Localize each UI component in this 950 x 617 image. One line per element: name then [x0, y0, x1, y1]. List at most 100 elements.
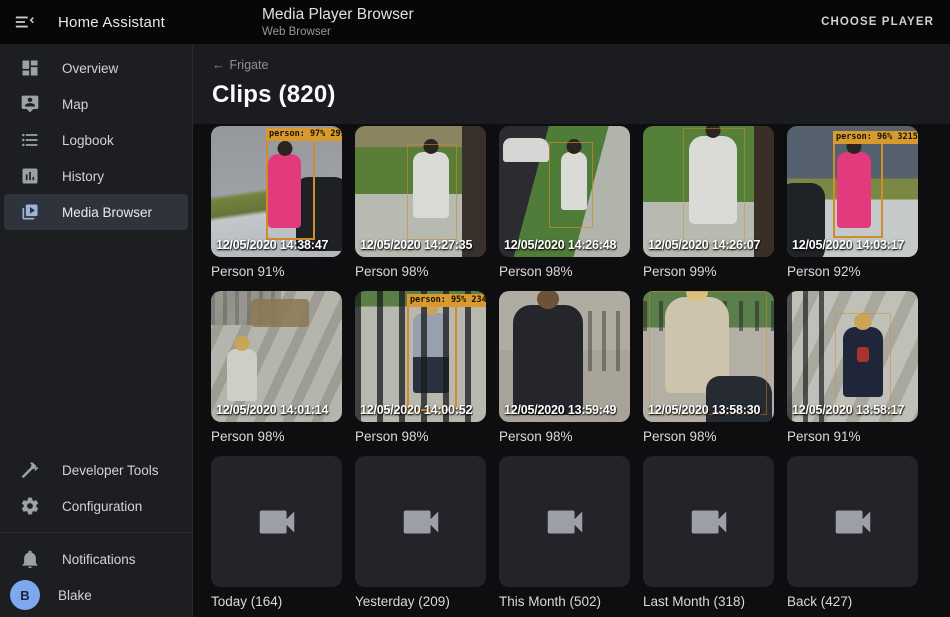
- sidebar-item-media-browser[interactable]: Media Browser: [4, 194, 188, 230]
- sidebar-divider: [0, 532, 192, 533]
- user-name: Blake: [58, 588, 92, 603]
- breadcrumb-label[interactable]: Frigate: [230, 58, 269, 72]
- sidebar-item-label: Media Browser: [62, 205, 152, 220]
- clip-thumbnail[interactable]: 12/05/2020 14:27:35: [355, 126, 486, 257]
- app-shell: Overview Map Logbook History: [0, 44, 950, 617]
- sidebar-item-map[interactable]: Map: [4, 86, 188, 122]
- folder-thumbnail[interactable]: [499, 456, 630, 587]
- view-dashboard-icon: [20, 58, 40, 78]
- clip-item[interactable]: 12/05/2020 13:58:30 Person 98%: [643, 291, 774, 444]
- clip-label: Person 98%: [355, 264, 486, 279]
- sidebar-item-label: Map: [62, 97, 88, 112]
- sidebar-item-configuration[interactable]: Configuration: [4, 488, 188, 524]
- clip-label: Person 92%: [787, 264, 918, 279]
- detection-bbox: [549, 142, 593, 228]
- media-grid: person: 97% 2998812/05/2020 14:38:47 Pers…: [193, 124, 950, 609]
- clip-label: Person 91%: [211, 264, 342, 279]
- clip-thumbnail[interactable]: 12/05/2020 13:58:17: [787, 291, 918, 422]
- video-camera-icon: [542, 499, 588, 545]
- sidebar-item-label: Configuration: [62, 499, 142, 514]
- clip-timestamp: 12/05/2020 14:26:48: [504, 238, 616, 252]
- scene-object: [251, 299, 309, 327]
- clip-thumbnail[interactable]: 12/05/2020 14:01:14: [211, 291, 342, 422]
- detection-bbox: person: 95% 23432: [407, 305, 457, 411]
- clip-timestamp: 12/05/2020 13:58:17: [792, 403, 904, 417]
- folder-thumbnail[interactable]: [787, 456, 918, 587]
- clip-thumbnail[interactable]: 12/05/2020 13:58:30: [643, 291, 774, 422]
- clip-item[interactable]: person: 95% 2343212/05/2020 14:00:52Pers…: [355, 291, 486, 444]
- clip-item[interactable]: 12/05/2020 14:26:48 Person 98%: [499, 126, 630, 279]
- detection-label: person: 96% 32154: [833, 131, 918, 144]
- back-arrow-icon[interactable]: ←: [212, 58, 225, 72]
- folder-label: Today (164): [211, 594, 342, 609]
- app-title: Home Assistant: [58, 14, 165, 31]
- folder-label: Yesterday (209): [355, 594, 486, 609]
- clip-thumbnail[interactable]: 12/05/2020 14:26:48: [499, 126, 630, 257]
- clip-thumbnail[interactable]: person: 97% 2998812/05/2020 14:38:47: [211, 126, 342, 257]
- choose-player-button[interactable]: CHOOSE PLAYER: [821, 16, 934, 28]
- detection-bbox: [683, 128, 745, 246]
- clip-timestamp: 12/05/2020 14:26:07: [648, 238, 760, 252]
- clip-timestamp: 12/05/2020 13:59:49: [504, 403, 616, 417]
- sidebar-item-logbook[interactable]: Logbook: [4, 122, 188, 158]
- folder-item[interactable]: Back (427): [787, 456, 918, 609]
- clip-label: Person 98%: [499, 264, 630, 279]
- clip-timestamp: 12/05/2020 13:58:30: [648, 403, 760, 417]
- clip-item[interactable]: 12/05/2020 13:59:49Person 98%: [499, 291, 630, 444]
- folder-item[interactable]: Last Month (318): [643, 456, 774, 609]
- video-camera-icon: [830, 499, 876, 545]
- clip-label: Person 98%: [643, 429, 774, 444]
- clip-thumbnail[interactable]: person: 95% 2343212/05/2020 14:00:52: [355, 291, 486, 422]
- clip-label: Person 91%: [787, 429, 918, 444]
- folder-thumbnail[interactable]: [355, 456, 486, 587]
- clip-label: Person 98%: [355, 429, 486, 444]
- detection-bbox: person: 97% 29988: [266, 139, 315, 240]
- play-box-multiple-icon: [20, 202, 40, 222]
- clip-thumbnail[interactable]: person: 96% 3215412/05/2020 14:03:17: [787, 126, 918, 257]
- sidebar-toggle-icon[interactable]: [14, 11, 36, 33]
- video-camera-icon: [686, 499, 732, 545]
- sidebar-item-history[interactable]: History: [4, 158, 188, 194]
- tooltip-account-icon: [20, 94, 40, 114]
- clip-timestamp: 12/05/2020 14:03:17: [792, 238, 904, 252]
- clip-item[interactable]: person: 96% 3215412/05/2020 14:03:17Pers…: [787, 126, 918, 279]
- folder-thumbnail[interactable]: [211, 456, 342, 587]
- top-bar: Home Assistant Media Player Browser Web …: [0, 0, 950, 44]
- folder-thumbnail[interactable]: [643, 456, 774, 587]
- clip-item[interactable]: 12/05/2020 14:26:07 Person 99%: [643, 126, 774, 279]
- clip-item[interactable]: 12/05/2020 13:58:17 Person 91%: [787, 291, 918, 444]
- folder-item[interactable]: Yesterday (209): [355, 456, 486, 609]
- detection-bbox: [649, 291, 767, 415]
- sidebar: Overview Map Logbook History: [0, 44, 193, 617]
- clip-item[interactable]: 12/05/2020 14:27:35 Person 98%: [355, 126, 486, 279]
- sidebar-item-overview[interactable]: Overview: [4, 50, 188, 86]
- clip-label: Person 99%: [643, 264, 774, 279]
- sidebar-item-profile[interactable]: B Blake: [0, 577, 192, 617]
- folder-item[interactable]: This Month (502): [499, 456, 630, 609]
- sidebar-item-label: Developer Tools: [62, 463, 159, 478]
- sidebar-header: Home Assistant: [0, 11, 193, 33]
- scene-object: [503, 138, 549, 162]
- detection-bbox: [835, 313, 891, 413]
- content-header: ← Frigate Clips (820): [193, 44, 950, 124]
- detection-bbox: person: 96% 32154: [833, 142, 883, 238]
- clip-timestamp: 12/05/2020 14:00:52: [360, 403, 472, 417]
- breadcrumb[interactable]: ← Frigate: [212, 58, 268, 72]
- panel-title: Media Player Browser: [262, 5, 414, 24]
- bell-icon: [20, 549, 40, 569]
- detected-person: [227, 349, 257, 401]
- sidebar-item-developer-tools[interactable]: Developer Tools: [4, 452, 188, 488]
- detection-label: person: 95% 23432: [407, 294, 486, 307]
- clip-item[interactable]: 12/05/2020 14:01:14Person 98%: [211, 291, 342, 444]
- avatar[interactable]: B: [10, 580, 40, 610]
- clip-item[interactable]: person: 97% 2998812/05/2020 14:38:47 Pers…: [211, 126, 342, 279]
- detected-person: [513, 305, 583, 415]
- sidebar-item-notifications[interactable]: Notifications: [4, 541, 188, 577]
- chart-box-icon: [20, 166, 40, 186]
- gear-icon: [20, 496, 40, 516]
- detection-bbox: [407, 144, 457, 240]
- clip-thumbnail[interactable]: 12/05/2020 13:59:49: [499, 291, 630, 422]
- folder-item[interactable]: Today (164): [211, 456, 342, 609]
- clip-thumbnail[interactable]: 12/05/2020 14:26:07: [643, 126, 774, 257]
- clip-timestamp: 12/05/2020 14:38:47: [216, 238, 328, 252]
